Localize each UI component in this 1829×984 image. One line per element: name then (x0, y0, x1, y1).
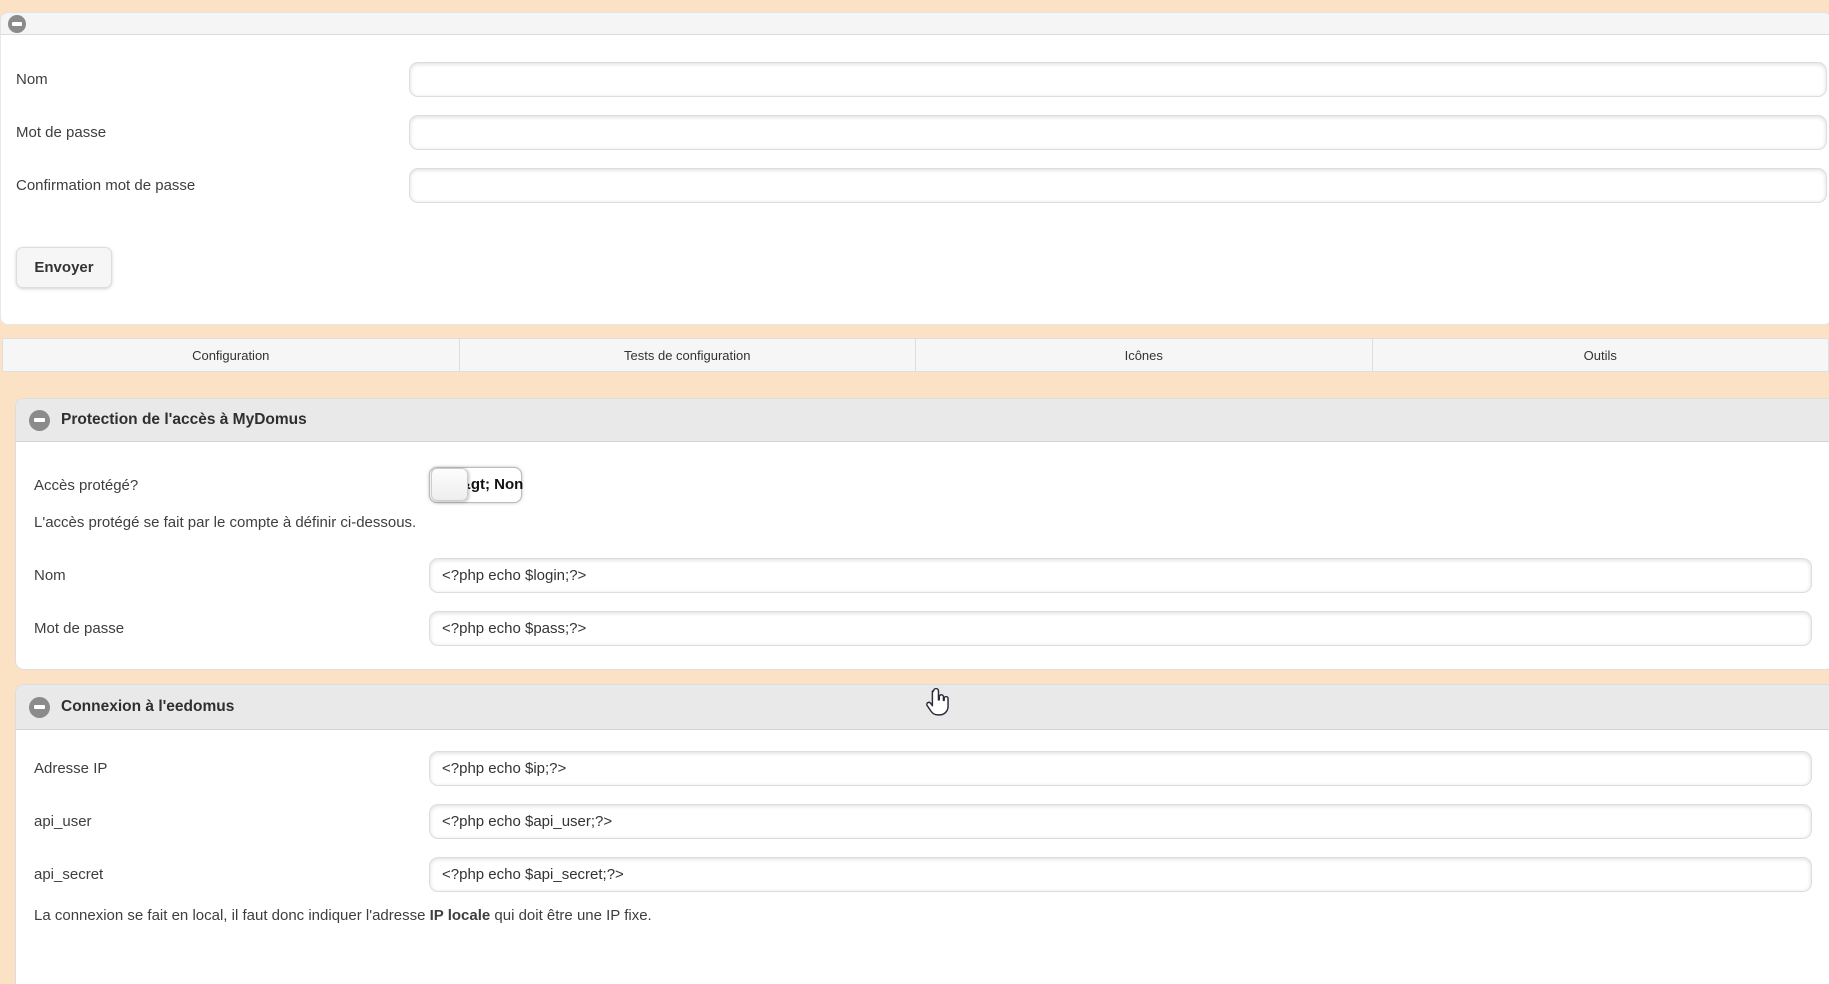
collapse-minus-icon[interactable] (29, 410, 50, 431)
form-row-nom: Nom (1, 53, 1829, 106)
api-user-input[interactable] (429, 804, 1812, 839)
toggle-value-label: &gt; Non (460, 468, 523, 501)
section-connexion-header[interactable]: Connexion à l'eedomus (16, 685, 1829, 730)
adresse-ip-label: Adresse IP (34, 760, 429, 777)
tab-icones[interactable]: Icônes (915, 339, 1372, 371)
connexion-row-ip: Adresse IP (34, 742, 1816, 795)
section-connexion-title: Connexion à l'eedomus (61, 698, 234, 716)
protection-row-pass: Mot de passe (34, 602, 1816, 655)
api-secret-input[interactable] (429, 857, 1812, 892)
connexion-note: La connexion se fait en local, il faut d… (34, 907, 1816, 924)
mot-de-passe-input[interactable] (409, 115, 1827, 150)
section-protection-title: Protection de l'accès à MyDomus (61, 411, 307, 429)
toggle-handle[interactable] (431, 468, 468, 501)
pass-input[interactable] (429, 611, 1812, 646)
form-row-confirmation: Confirmation mot de passe (1, 159, 1829, 212)
collapse-minus-icon[interactable] (29, 697, 50, 718)
top-collapsible-header[interactable] (0, 12, 1829, 35)
tab-tests-de-configuration[interactable]: Tests de configuration (459, 339, 916, 371)
tab-outils[interactable]: Outils (1372, 339, 1829, 371)
top-form: Nom Mot de passe Confirmation mot de pas… (0, 35, 1829, 325)
nom-label: Nom (16, 71, 409, 88)
acces-protege-toggle[interactable]: &gt; Non (429, 467, 522, 503)
section-connexion-content: Adresse IP api_user api_secret La connex… (16, 742, 1829, 924)
connexion-note-bold: IP locale (430, 907, 491, 924)
collapse-minus-icon[interactable] (8, 15, 26, 33)
acces-protege-label: Accès protégé? (34, 477, 429, 494)
tab-bar: Configuration Tests de configuration Icô… (2, 338, 1829, 372)
mot-de-passe-label: Mot de passe (34, 620, 429, 637)
top-collapsible: Nom Mot de passe Confirmation mot de pas… (0, 12, 1829, 325)
envoyer-button[interactable]: Envoyer (16, 247, 112, 288)
section-protection: Protection de l'accès à MyDomus Accès pr… (15, 398, 1829, 670)
acces-protege-note: L'accès protégé se fait par le compte à … (34, 514, 1816, 531)
tab-configuration[interactable]: Configuration (3, 339, 459, 371)
connexion-row-api-secret: api_secret (34, 848, 1816, 901)
confirmation-label: Confirmation mot de passe (16, 177, 409, 194)
section-protection-header[interactable]: Protection de l'accès à MyDomus (16, 399, 1829, 442)
api-user-label: api_user (34, 813, 429, 830)
protection-row-nom: Nom (34, 549, 1816, 602)
adresse-ip-input[interactable] (429, 751, 1812, 786)
api-secret-label: api_secret (34, 866, 429, 883)
nom-input[interactable] (409, 62, 1827, 97)
mot-de-passe-label: Mot de passe (16, 124, 409, 141)
section-protection-content: Accès protégé? &gt; Non L'accès protégé … (16, 466, 1829, 655)
confirmation-input[interactable] (409, 168, 1827, 203)
connexion-note-post: qui doit être une IP fixe. (490, 907, 652, 924)
acces-protege-row: Accès protégé? &gt; Non (34, 466, 1816, 504)
connexion-note-pre: La connexion se fait en local, il faut d… (34, 907, 430, 924)
nom-label: Nom (34, 567, 429, 584)
login-input[interactable] (429, 558, 1812, 593)
section-connexion: Connexion à l'eedomus Adresse IP api_use… (15, 684, 1829, 984)
connexion-row-api-user: api_user (34, 795, 1816, 848)
form-row-mot-de-passe: Mot de passe (1, 106, 1829, 159)
